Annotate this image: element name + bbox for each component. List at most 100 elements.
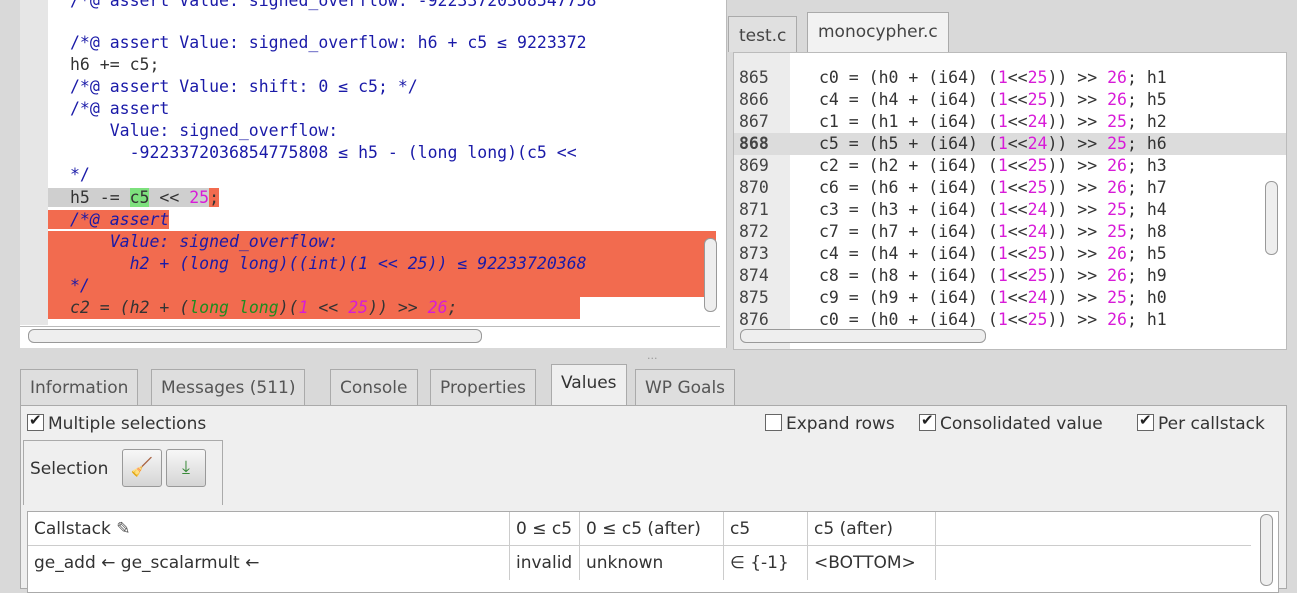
source-code[interactable]: /*@ assert Value: signed_overflow: -9223… (48, 0, 726, 325)
number-literal: 25 (1107, 112, 1127, 131)
values-table[interactable]: Callstack ✎ 0 ≤ c5 0 ≤ c5 (after) c5 c5 … (27, 511, 1279, 593)
code-text: )) >> (1047, 112, 1108, 131)
code-text: )) >> (1047, 156, 1108, 175)
table-cell[interactable]: unknown (580, 546, 724, 580)
code-line[interactable]: 866 c4 = (h4 + (i64) (1<<25)) >> 26; h5 (734, 89, 1286, 111)
column-header[interactable]: 0 ≤ c5 (after) (580, 512, 724, 546)
code-text: ; h0 (1126, 288, 1167, 307)
column-header[interactable]: c5 (724, 512, 808, 546)
line-number: 876 (739, 310, 769, 329)
download-icon: ⤓ (182, 457, 190, 478)
code-text: << (1007, 200, 1028, 219)
number-literal: 26 (1107, 266, 1127, 285)
code-line[interactable]: 867 c1 = (h1 + (i64) (1<<24)) >> 25; h2 (734, 111, 1286, 133)
code-line[interactable]: 873 c4 = (h4 + (i64) (1<<25)) >> 26; h5 (734, 243, 1286, 265)
selected-statement[interactable]: h5 -= c5 << 25; (48, 187, 726, 209)
tab-properties[interactable]: Properties (430, 369, 536, 405)
tab-monocypher-c[interactable]: monocypher.c (807, 12, 949, 54)
code-line[interactable]: 865 c0 = (h0 + (i64) (1<<25)) >> 26; h1 (734, 67, 1286, 89)
code-line[interactable]: /*@ assert Value: signed_overflow: h6 + … (48, 32, 726, 54)
horizontal-scrollbar[interactable] (740, 329, 986, 343)
tab-values[interactable]: Values (551, 364, 627, 406)
code-line[interactable]: Value: signed_overflow: (48, 120, 726, 142)
checkbox-checked-icon[interactable] (1137, 411, 1154, 431)
code-text: ; h9 (1126, 266, 1167, 285)
number-literal: 25 (1027, 178, 1048, 197)
code-text: << (1007, 222, 1028, 241)
tab-test-c[interactable]: test.c (728, 16, 798, 52)
tab-console[interactable]: Console (330, 369, 418, 405)
per-callstack-checkbox[interactable]: Per callstack (1137, 411, 1265, 434)
selected-variable[interactable]: c5 (129, 188, 150, 207)
code-line[interactable]: /*@ assert Value: signed_overflow: -9223… (48, 0, 726, 12)
checkbox-checked-icon[interactable] (919, 411, 936, 431)
tab-messages[interactable]: Messages (511) (151, 369, 306, 405)
code-text: )) >> (1047, 68, 1108, 87)
number-literal: 26 (1107, 178, 1127, 197)
code-line[interactable]: 874 c8 = (h8 + (i64) (1<<25)) >> 26; h9 (734, 265, 1286, 287)
line-number: 872 (739, 222, 769, 241)
original-source-pane[interactable]: 865 c0 = (h0 + (i64) (1<<25)) >> 26; h1 86… (733, 52, 1287, 350)
column-header[interactable]: c5 (after) (808, 512, 936, 546)
consolidated-value-checkbox[interactable]: Consolidated value (919, 411, 1103, 434)
tab-wp-goals[interactable]: WP Goals (635, 369, 736, 405)
tab-information[interactable]: Information (20, 369, 139, 405)
code-line[interactable]: 870 c6 = (h6 + (i64) (1<<25)) >> 26; h7 (734, 177, 1286, 199)
code-line[interactable]: 872 c7 = (h7 + (i64) (1<<24)) >> 25; h8 (734, 221, 1286, 243)
expand-rows-checkbox[interactable]: Expand rows (765, 414, 895, 434)
export-selection-button[interactable]: ⤓ (166, 449, 206, 487)
code-line[interactable]: /*@ assert (48, 98, 726, 120)
code-line[interactable]: -9223372036854775808 ≤ h5 - (long long)(… (48, 142, 726, 164)
code-line[interactable]: h6 += c5; (48, 54, 726, 76)
column-header-callstack[interactable]: Callstack ✎ (28, 512, 510, 546)
code-text: << (1007, 288, 1028, 307)
line-number: 866 (739, 90, 769, 109)
code-line[interactable]: /*@ assert Value: shift: 0 ≤ c5; */ (48, 76, 726, 98)
vertical-scrollbar[interactable] (1265, 181, 1278, 255)
number-literal: 1 (997, 266, 1008, 285)
code-text: c4 = (h4 + (i64) ( (819, 244, 998, 263)
checkbox-checked-icon[interactable] (27, 411, 44, 431)
invalid-assertion[interactable]: h2 + (long long)((int)(1 << 25)) ≤ 92233… (48, 253, 716, 275)
code-line[interactable]: 868 c5 = (h5 + (i64) (1<<24)) >> 25; h6 (734, 133, 1286, 155)
table-cell[interactable]: <BOTTOM> (808, 546, 936, 580)
code-line[interactable]: 869 c2 = (h2 + (i64) (1<<25)) >> 26; h3 (734, 155, 1286, 177)
code-line[interactable]: 875 c9 = (h9 + (i64) (1<<24)) >> 25; h0 (734, 287, 1286, 309)
number-literal: 1 (997, 222, 1008, 241)
number-literal: 1 (997, 156, 1008, 175)
invalid-assertion[interactable]: Value: signed_overflow: (48, 231, 716, 253)
bottom-tab-bar: Information Messages (511) Console Prope… (20, 364, 1287, 406)
source-code-pane[interactable]: /*@ assert Value: signed_overflow: -9223… (20, 0, 727, 348)
number-literal: 1 (997, 90, 1008, 109)
invalid-assertion[interactable]: /*@ assert (48, 209, 726, 231)
clear-selection-button[interactable]: 🧹 (122, 449, 162, 487)
code-line[interactable]: 871 c3 = (h3 + (i64) (1<<24)) >> 25; h4 (734, 199, 1286, 221)
code-line[interactable]: 876 c0 = (h0 + (i64) (1<<25)) >> 26; h1 (734, 309, 1286, 331)
code-text: ; h3 (1126, 156, 1167, 175)
table-cell[interactable]: invalid (510, 546, 580, 580)
column-header-empty (936, 512, 1251, 546)
line-number: 871 (739, 200, 769, 219)
dead-code-statement[interactable]: c2 = (h2 + (long long)(1 << 25)) >> 26; (48, 297, 726, 319)
code-text: )) >> (1047, 288, 1108, 307)
line-number: 870 (739, 178, 769, 197)
multiple-selections-checkbox[interactable]: Multiple selections (27, 411, 206, 434)
column-header[interactable]: 0 ≤ c5 (510, 512, 580, 546)
code-text: )) >> (1047, 134, 1108, 153)
number-literal: 25 (1107, 222, 1127, 241)
pipette-icon[interactable]: ✎ (116, 519, 130, 539)
horizontal-scrollbar[interactable] (28, 329, 482, 343)
checkbox-unchecked-icon[interactable] (765, 414, 782, 431)
table-cell-callstack[interactable]: ge_add ← ge_scalarmult ← (28, 546, 510, 580)
vertical-scrollbar[interactable] (704, 238, 717, 312)
number-literal: 25 (1027, 244, 1048, 263)
code-line[interactable]: */ (48, 164, 726, 186)
number-literal: 24 (1027, 134, 1048, 153)
invalid-assertion[interactable]: */ (48, 275, 716, 297)
values-panel: Multiple selections Expand rows Consolid… (20, 405, 1287, 593)
code-text: ; h5 (1126, 244, 1167, 263)
code-text: << (1007, 90, 1028, 109)
number-literal: 25 (1027, 68, 1048, 87)
table-cell[interactable]: ∈ {-1} (724, 546, 808, 580)
vertical-scrollbar[interactable] (1260, 514, 1273, 586)
